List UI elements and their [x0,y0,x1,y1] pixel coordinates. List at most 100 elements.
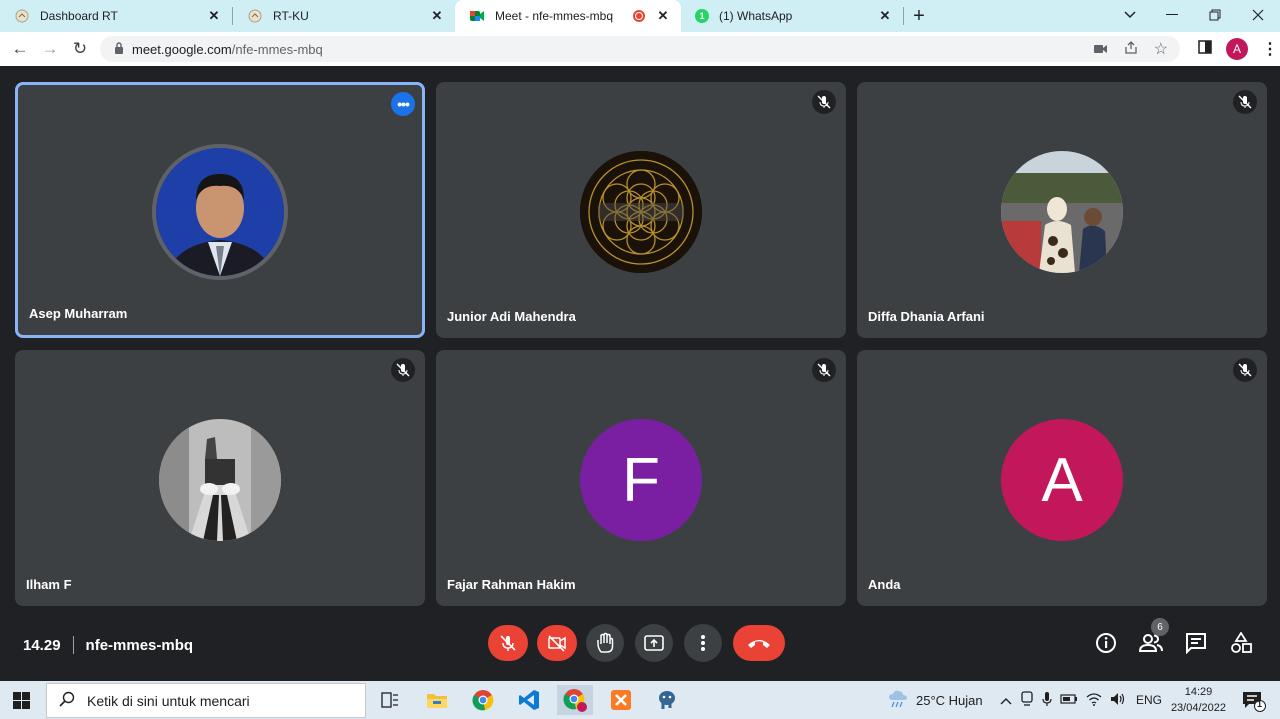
activities-icon[interactable] [1229,631,1253,655]
windows-taskbar: Ketik di sini untuk mencari 25°C Hujan E… [0,681,1280,719]
participant-tile[interactable]: F Fajar Rahman Hakim [436,350,846,606]
participant-name: Fajar Rahman Hakim [447,577,576,592]
meeting-grid: ••• Asep Muharram Junior Adi Mahendra Di… [0,66,1280,682]
tab-title: Dashboard RT [40,9,118,23]
browser-tab-strip: Dashboard RT ✕ RT-KU ✕ Meet - nfe-mmes-m… [0,0,1280,32]
participant-avatar [1001,151,1123,273]
bookmark-star-icon[interactable]: ☆ [1154,39,1168,59]
more-options-button[interactable] [684,624,722,662]
taskbar-search-box[interactable]: Ketik di sini untuk mencari [46,683,366,718]
close-window-icon[interactable] [1236,0,1280,30]
menu-kebab-icon[interactable]: ⋮ [1262,39,1278,59]
participant-tile[interactable]: Junior Adi Mahendra [436,82,846,338]
toggle-mic-button[interactable] [488,625,528,661]
leave-call-button[interactable] [733,625,785,661]
reload-icon[interactable]: ↻ [65,39,95,59]
close-tab-icon[interactable]: ✕ [429,8,445,24]
participant-name: Asep Muharram [29,306,128,321]
tab-search-chevron-icon[interactable] [1108,0,1152,30]
toggle-camera-button[interactable] [537,625,577,661]
tab-title: RT-KU [273,9,309,23]
notification-center-icon[interactable]: 1 [1242,690,1266,717]
mic-off-icon [812,358,836,382]
meeting-details-info-icon[interactable] [1094,631,1118,655]
close-tab-icon[interactable]: ✕ [877,8,893,24]
restore-icon[interactable] [1193,0,1237,30]
show-hidden-icons-chevron-icon[interactable] [1000,693,1012,708]
participant-name: Junior Adi Mahendra [447,309,576,324]
back-arrow-icon[interactable]: ← [5,39,35,59]
chrome-icon[interactable] [468,685,498,715]
clock-date: 23/04/2022 [1170,702,1226,714]
search-icon [59,691,75,710]
tab-whatsapp[interactable]: 1 (1) WhatsApp ✕ [681,0,903,32]
rt-favicon-icon [247,8,263,24]
weather-widget[interactable]: 25°C Hujan [888,681,983,719]
address-bar[interactable]: meet.google.com/nfe-mmes-mbq ☆ [100,36,1180,62]
search-placeholder: Ketik di sini untuk mencari [87,692,250,709]
new-tab-plus-icon[interactable]: + [904,5,934,28]
input-language[interactable]: ENG [1136,693,1162,707]
participant-avatar [152,144,288,280]
side-panel-icon[interactable] [1198,39,1212,59]
vscode-icon[interactable] [514,685,544,715]
participant-tile[interactable]: A Anda [857,350,1267,606]
recording-indicator-icon [633,10,645,22]
mic-off-icon [812,90,836,114]
participant-name: Ilham F [26,577,72,592]
mic-off-icon [391,358,415,382]
tab-title: (1) WhatsApp [719,9,793,23]
mic-off-icon [1233,90,1257,114]
profile-avatar[interactable]: A [1226,38,1248,60]
raise-hand-button[interactable] [586,624,624,662]
volume-icon[interactable] [1110,692,1128,709]
camera-in-use-icon[interactable] [1093,42,1108,57]
url-host: meet.google.com [132,41,232,57]
chrome-profile-icon[interactable] [557,685,593,715]
participant-initial-avatar: F [580,419,702,541]
meet-present-tray-icon[interactable] [1020,690,1034,710]
browser-toolbar: ← → ↻ meet.google.com/nfe-mmes-mbq ☆ A ⋮ [0,32,1280,66]
participant-count-badge: 6 [1151,618,1169,636]
participant-name: Diffa Dhania Arfani [868,309,985,324]
more-options-icon[interactable]: ••• [391,92,415,116]
meeting-control-bar: 14.29 nfe-mmes-mbq 6 [0,617,1280,681]
close-tab-icon[interactable]: ✕ [655,8,671,24]
notification-count: 1 [1257,699,1263,709]
system-clock[interactable]: 14:29 23/04/2022 [1171,684,1226,716]
weather-text: 25°C Hujan [916,692,983,708]
tab-google-meet[interactable]: Meet - nfe-mmes-mbq ✕ [455,0,681,32]
forward-arrow-icon[interactable]: → [35,39,65,59]
participant-avatar [159,419,281,541]
battery-icon[interactable] [1060,693,1078,708]
mic-off-icon [1233,358,1257,382]
microphone-tray-icon[interactable] [1042,691,1052,710]
present-screen-button[interactable] [635,624,673,662]
rain-cloud-icon [888,690,908,711]
wifi-icon[interactable] [1086,692,1102,709]
whatsapp-badge: 1 [695,9,709,23]
share-icon[interactable] [1124,40,1138,58]
tab-title: Meet - nfe-mmes-mbq [495,9,614,23]
xampp-icon[interactable] [606,685,636,715]
task-view-icon[interactable] [375,685,405,715]
tab-dashboard-rt[interactable]: Dashboard RT ✕ [0,0,232,32]
participant-tile[interactable]: ••• Asep Muharram [15,82,425,338]
minimize-icon[interactable] [1150,0,1194,30]
participant-tile[interactable]: Diffa Dhania Arfani [857,82,1267,338]
meeting-code: nfe-mmes-mbq [85,636,194,654]
participant-tile[interactable]: Ilham F [15,350,425,606]
windows-start-icon[interactable] [13,692,30,714]
url-path: /nfe-mmes-mbq [231,41,323,57]
close-tab-icon[interactable]: ✕ [206,8,222,24]
google-meet-icon [469,8,485,24]
meeting-details: 14.29 nfe-mmes-mbq [23,636,193,654]
participant-avatar [580,151,702,273]
file-explorer-icon[interactable] [422,685,452,715]
chat-icon[interactable] [1184,631,1208,655]
tab-rt-ku[interactable]: RT-KU ✕ [233,0,455,32]
meeting-time: 14.29 [23,636,61,654]
lock-icon [114,41,124,57]
postgresql-icon[interactable] [652,685,682,715]
system-tray: ENG [1000,681,1162,719]
